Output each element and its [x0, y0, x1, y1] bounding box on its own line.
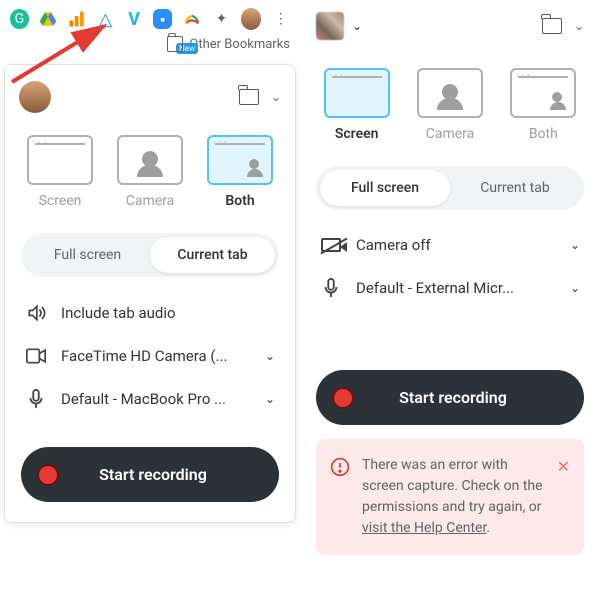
mode-camera[interactable]: Camera [417, 68, 483, 142]
camera-icon [25, 348, 47, 364]
zoom-icon[interactable]: ▪ [153, 9, 172, 29]
settings-caret-icon[interactable]: ⌄ [574, 19, 584, 33]
help-center-link[interactable]: visit the Help Center [362, 520, 486, 536]
mode-screen-label: Screen [39, 193, 82, 209]
recorder-panel-left: ⌄ • • • Screen Camera • • • Both Full sc… [4, 64, 296, 523]
mode-both-label: Both [225, 193, 254, 209]
start-recording-button[interactable]: Start recording [21, 447, 279, 502]
chevron-down-icon: ⌄ [265, 392, 275, 406]
other-bookmarks-link[interactable]: Other Bookmarks [189, 37, 290, 52]
loom-icon[interactable] [182, 9, 202, 29]
tab-audio-label: Include tab audio [61, 304, 275, 322]
mode-both-label: Both [529, 126, 558, 142]
option-mic-select[interactable]: Default - MacBook Pro ... ⌄ [15, 377, 285, 421]
close-icon[interactable]: ✕ [557, 455, 570, 539]
library-folder-icon[interactable] [542, 18, 562, 34]
segment-full-screen[interactable]: Full screen [320, 170, 450, 206]
option-mic-select[interactable]: Default - External Micr... ⌄ [310, 266, 590, 310]
record-mode-row: • • • Screen Camera • • • Both [310, 58, 590, 152]
error-banner: There was an error with screen capture. … [316, 439, 584, 555]
chevron-down-icon: ⌄ [570, 281, 580, 295]
speaker-icon [25, 303, 47, 323]
option-tab-audio[interactable]: Include tab audio [15, 291, 285, 335]
error-icon [330, 457, 350, 539]
more-menu-icon[interactable]: ⋮ [271, 9, 290, 29]
camera-value: FaceTime HD Camera (... [61, 347, 251, 365]
mode-camera[interactable]: Camera [117, 135, 183, 209]
chevron-down-icon: ⌄ [265, 349, 275, 363]
capture-segment: Full screen Current tab [316, 166, 584, 210]
mode-camera-label: Camera [126, 193, 175, 209]
camera-value: Camera off [356, 236, 556, 254]
start-recording-button[interactable]: Start recording [316, 370, 584, 425]
mic-value: Default - External Micr... [356, 279, 556, 297]
segment-current-tab[interactable]: Current tab [150, 237, 275, 273]
user-avatar[interactable] [316, 12, 344, 40]
chevron-down-icon: ⌄ [570, 238, 580, 252]
microphone-icon [25, 389, 47, 409]
mode-screen[interactable]: • • • Screen [324, 68, 390, 142]
annotation-arrow [4, 20, 124, 90]
capture-segment: Full screen Current tab [21, 233, 279, 277]
mode-both[interactable]: • • • Both [510, 68, 576, 142]
vimeo-icon[interactable]: V [125, 9, 144, 29]
option-camera-select[interactable]: Camera off ⌄ [310, 224, 590, 266]
segment-current-tab[interactable]: Current tab [450, 170, 580, 206]
mode-screen[interactable]: • • • Screen [27, 135, 93, 209]
segment-full-screen[interactable]: Full screen [25, 237, 150, 273]
start-recording-label: Start recording [340, 388, 566, 407]
record-mode-row: • • • Screen Camera • • • Both [15, 125, 285, 219]
mic-value: Default - MacBook Pro ... [61, 390, 251, 408]
camera-off-icon [320, 238, 342, 252]
extensions-puzzle-icon[interactable]: ✦ [212, 9, 231, 29]
library-folder-icon[interactable] [239, 89, 259, 105]
error-text: There was an error with screen capture. … [362, 455, 545, 539]
settings-caret-icon[interactable]: ⌄ [271, 90, 281, 104]
mode-both[interactable]: • • • Both [207, 135, 273, 209]
microphone-icon [320, 278, 342, 298]
option-camera-select[interactable]: FaceTime HD Camera (... ⌄ [15, 335, 285, 377]
mode-screen-label: Screen [335, 126, 379, 142]
start-recording-label: Start recording [45, 465, 261, 484]
avatar-caret-icon[interactable]: ⌄ [352, 19, 362, 33]
mode-camera-label: Camera [426, 126, 475, 142]
folder-icon [167, 36, 183, 52]
profile-avatar-icon[interactable] [241, 8, 262, 30]
